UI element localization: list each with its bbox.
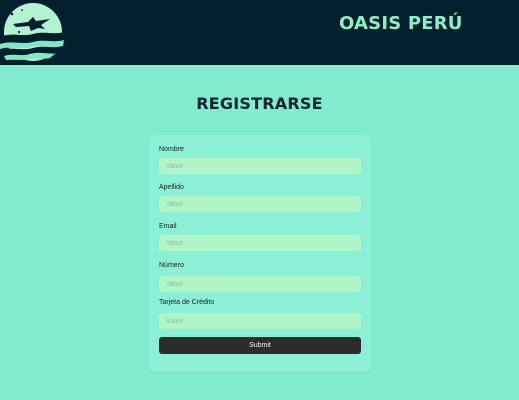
apellido-label: Apellido (159, 184, 184, 191)
email-label: Email (159, 223, 177, 230)
page-title: REGISTRARSE (196, 94, 323, 113)
nombre-input[interactable] (159, 158, 361, 174)
numero-input[interactable] (159, 276, 361, 292)
email-input[interactable] (159, 235, 361, 251)
brand-title: OASIS PERÚ (339, 13, 463, 34)
nombre-label: Nombre (159, 146, 184, 153)
tarjeta-label: Tarjeta de Crédito (159, 299, 215, 306)
oasis-logo-icon[interactable] (0, 2, 66, 64)
submit-button[interactable]: Submit (159, 337, 361, 354)
apellido-input[interactable] (159, 196, 361, 212)
registration-form: Nombre Apellido Email Número Tarjeta de … (149, 135, 371, 371)
numero-label: Número (159, 262, 184, 269)
tarjeta-input[interactable] (159, 313, 361, 329)
top-header: OASIS PERÚ (0, 0, 519, 65)
